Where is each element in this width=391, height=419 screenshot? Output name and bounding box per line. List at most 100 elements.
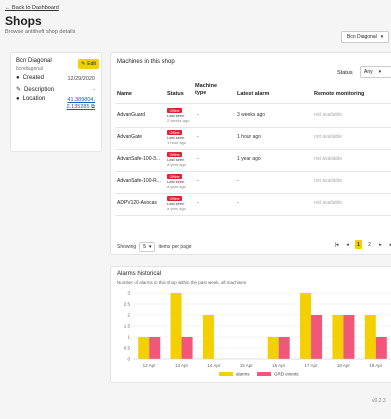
per-page-suffix: items per page <box>158 244 192 250</box>
legend-swatch <box>219 372 233 376</box>
location-link[interactable]: 41.389804, 2.135285 ⧉ <box>67 97 95 111</box>
page-title: Shops <box>5 14 42 28</box>
y-tick-label: 0.5 <box>124 346 131 351</box>
last-seen: Last seen a year ago <box>167 157 186 167</box>
page-button-2[interactable]: 2 <box>366 240 373 249</box>
alarms-subtitle: Number of alarms in this shop within the… <box>117 280 247 285</box>
created-label: Created <box>22 75 44 81</box>
alarms-historical-card: Alarms historical Number of alarms in th… <box>110 266 391 383</box>
remote-monitoring: not available <box>314 178 343 184</box>
y-tick-label: 2.5 <box>124 302 131 307</box>
latest-alarm: - <box>237 200 239 206</box>
bar-alarms <box>202 315 214 359</box>
remote-monitoring: not available <box>314 112 343 118</box>
description-value: - <box>93 87 95 93</box>
y-tick-label: 1.5 <box>124 324 131 329</box>
shop-selector-value: Bcn Diagonal <box>347 34 377 40</box>
edit-button[interactable]: ✎ Edit <box>78 59 99 69</box>
machine-name[interactable]: AdvanSafe-100-3... <box>117 156 160 162</box>
pencil-icon: ✎ <box>16 87 22 93</box>
pencil-icon: ✎ <box>81 61 86 67</box>
clock-icon: ● <box>16 75 20 81</box>
description-label: Description <box>24 86 55 93</box>
row-divider <box>115 149 391 150</box>
bar-alarms <box>332 315 344 359</box>
bar-alarms <box>364 315 376 359</box>
location-label: Location <box>22 96 46 102</box>
machine-type: - <box>197 156 199 162</box>
page-button-1[interactable]: 1 <box>355 240 362 249</box>
remote-monitoring: not available <box>314 156 343 162</box>
legend-swatch <box>257 372 271 376</box>
x-tick-label: 19 Apr <box>369 363 383 368</box>
last-seen: Last seen a year ago <box>167 179 186 189</box>
last-seen-value: 2 weeks ago <box>167 117 190 123</box>
per-page-value: 5 <box>143 244 146 250</box>
latest-alarm: - <box>237 178 239 184</box>
y-tick-label: 3 <box>127 291 130 296</box>
machine-name[interactable]: ADPV120-Avocas <box>117 200 157 206</box>
showing-label: Showing <box>117 244 137 250</box>
machine-type: - <box>197 112 199 118</box>
machine-name[interactable]: AdvanGuard <box>117 112 145 118</box>
machine-name[interactable]: AdvanGate <box>117 134 142 140</box>
edit-button-label: Edit <box>87 61 96 67</box>
bar-grd-events <box>343 315 355 359</box>
bar-grd-events <box>375 337 387 359</box>
row-divider <box>115 215 391 216</box>
status-filter-value: Any <box>364 69 373 75</box>
app-version: v0.2.3 <box>372 398 386 404</box>
y-tick-label: 0 <box>127 357 130 362</box>
per-page-control: Showing 5 ▾ items per page <box>117 242 192 252</box>
col-header-machine-type: Machine type <box>195 83 217 97</box>
chevron-down-icon: ▾ <box>378 69 382 75</box>
machine-type: - <box>197 200 199 206</box>
header-divider <box>115 103 391 104</box>
back-link-label: Back to Dashboard <box>12 5 59 11</box>
last-seen-value: 1 hour ago <box>167 139 187 145</box>
description-row: ✎ Description <box>16 86 55 94</box>
col-header-name: Name <box>117 91 132 97</box>
last-seen-value: a year ago <box>167 161 186 167</box>
row-divider <box>115 193 391 194</box>
created-row: ● Created <box>16 75 44 81</box>
alarms-chart: 0 0.5 1 1.5 2 2.5 3 12 Apr 13 Apr 14 Apr 15 Apr 16 … <box>124 291 391 377</box>
x-tick-label: 17 Apr <box>305 363 319 368</box>
shop-details-card: Bcn Diagonal bcndiagonal ✎ Edit ● Create… <box>10 52 102 152</box>
bar-alarms <box>300 293 312 359</box>
latest-alarm: 1 hour ago <box>237 134 261 140</box>
machine-type: - <box>197 178 199 184</box>
first-page-button[interactable]: |◂ <box>333 240 340 249</box>
last-seen-value: a year ago <box>167 183 186 189</box>
x-tick-label: 15 Apr <box>240 363 254 368</box>
status-filter-label: Status <box>337 70 353 76</box>
last-seen-value: a year ago <box>167 205 186 211</box>
remote-monitoring: not available <box>314 134 343 140</box>
next-page-button[interactable]: ▸ <box>377 240 384 249</box>
bar-alarms <box>170 293 182 359</box>
machine-name[interactable]: AdvanSafe-100-R... <box>117 178 161 184</box>
col-header-status: Status <box>167 91 184 97</box>
per-page-select[interactable]: 5 ▾ <box>139 242 156 252</box>
latest-alarm: 1 year ago <box>237 156 261 162</box>
col-header-machine-type-line2: type <box>195 90 207 96</box>
col-header-machine-type-line1: Machine <box>195 83 218 89</box>
machines-card: Machines in this shop Status Any ▾ Name … <box>110 52 391 255</box>
alarms-title: Alarms historical <box>117 271 162 277</box>
external-link-icon: ⧉ <box>89 104 95 110</box>
back-to-dashboard-link[interactable]: ← Back to Dashboard <box>5 5 59 11</box>
x-tick-label: 12 Apr <box>143 363 157 368</box>
x-tick-label: 14 Apr <box>207 363 221 368</box>
x-tick-label: 16 Apr <box>272 363 286 368</box>
page-subtitle: Browse antitheft shop details <box>5 29 76 35</box>
shop-selector[interactable]: Bcn Diagonal ▾ <box>341 31 389 43</box>
latest-alarm: 3 weeks ago <box>237 112 266 118</box>
col-header-latest-alarm: Latest alarm <box>237 91 270 97</box>
bar-grd-events <box>311 315 323 359</box>
chevron-down-icon: ▾ <box>380 34 384 40</box>
machine-type: - <box>197 134 199 140</box>
chevron-down-icon: ▾ <box>148 244 152 250</box>
status-filter-select[interactable]: Any ▾ <box>360 66 391 78</box>
location-line-2: 2.135285 <box>66 104 90 110</box>
prev-page-button[interactable]: ◂ <box>344 240 351 249</box>
